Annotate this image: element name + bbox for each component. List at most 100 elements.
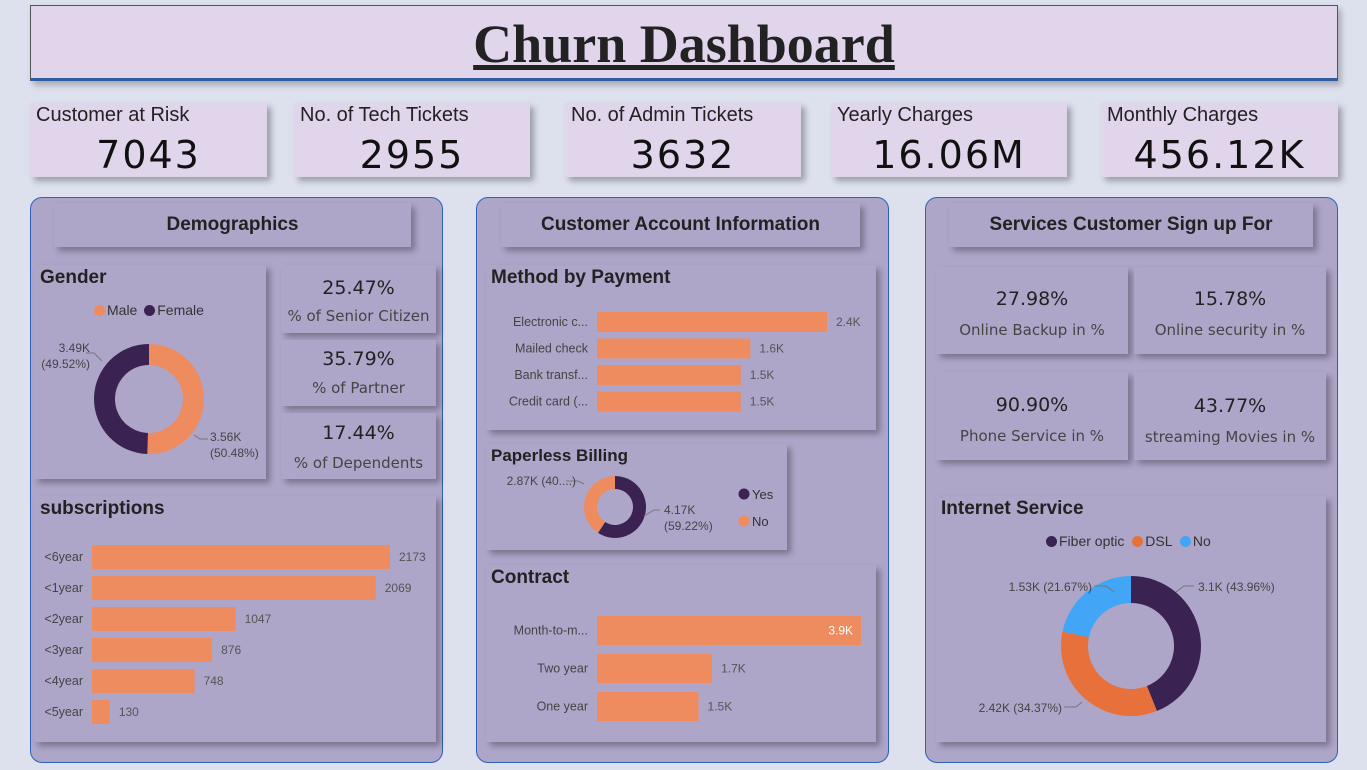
partner-card: 35.79% % of Partner — [281, 340, 436, 406]
paperless-donut-chart: 2.87K (40....) 4.17K (59.22%) Yes No — [507, 474, 774, 538]
kpi-value: 456.12K — [1133, 133, 1306, 177]
category-label: One year — [537, 700, 588, 714]
dsl-leader-line — [1064, 701, 1083, 708]
kpi-label: No. of Admin Tickets — [571, 104, 754, 126]
phone-service-value: 90.90% — [995, 394, 1069, 416]
category-label: Mailed check — [515, 342, 589, 356]
bar — [92, 545, 390, 569]
contract-card: Contract Month-to-m... 3.9K Two year 1.7K On… — [486, 565, 876, 742]
bar — [597, 692, 699, 721]
bar — [92, 607, 236, 631]
bar — [92, 638, 213, 662]
payment-bar-chart: Electronic c... 2.4K Mailed check 1.6K Bank … — [509, 312, 861, 412]
data-label: 748 — [204, 674, 224, 688]
female-slice — [94, 344, 149, 454]
dsl-data-label: 2.42K (34.37%) — [979, 701, 1062, 715]
senior-citizen-caption: % of Senior Citizen — [287, 307, 430, 325]
bar — [597, 338, 751, 359]
category-label: <6year — [44, 550, 83, 564]
bar — [597, 654, 713, 683]
online-backup-caption: Online Backup in % — [959, 321, 1105, 339]
phone-service-card: 90.90% Phone Service in % — [936, 372, 1128, 460]
data-label: 1.6K — [759, 342, 784, 356]
bar — [597, 616, 861, 645]
fiber-leader-line — [1175, 585, 1194, 593]
data-label: 876 — [221, 643, 241, 657]
account-heading: Customer Account Information — [501, 203, 860, 247]
category-label: <4year — [44, 674, 83, 688]
online-security-card: 15.78% Online security in % — [1134, 267, 1326, 354]
female-data-label: 3.49K (49.52%) — [41, 341, 90, 371]
internet-service-card: Internet Service Fiber optic DSL No 1.53… — [936, 496, 1326, 742]
dependents-card: 17.44% % of Dependents — [281, 413, 436, 479]
bar — [597, 312, 827, 332]
category-label: Electronic c... — [513, 315, 588, 329]
kpi-label: No. of Tech Tickets — [300, 104, 469, 126]
paperless-card: Paperless Billing 2.87K (40....) 4.17K (5… — [486, 444, 787, 550]
male-leader-line — [193, 434, 208, 440]
kpi-value: 7043 — [96, 133, 201, 177]
demographics-heading: Demographics — [54, 203, 411, 247]
bar — [597, 391, 741, 412]
dsl-slice — [1061, 631, 1157, 716]
no-data-label: 1.53K (21.67%) — [1009, 580, 1092, 594]
bar — [92, 669, 195, 693]
streaming-movies-card: 43.77% streaming Movies in % — [1134, 372, 1326, 460]
legend-yes: Yes — [752, 487, 774, 502]
online-backup-value: 27.98% — [995, 288, 1069, 310]
kpi-label: Yearly Charges — [837, 104, 974, 126]
data-label: 1047 — [245, 612, 272, 626]
kpi-value: 3632 — [630, 133, 736, 177]
kpi-tech-tickets: No. of Tech Tickets 2955 — [294, 103, 530, 177]
online-security-caption: Online security in % — [1154, 321, 1306, 339]
contract-bar-chart: Month-to-m... 3.9K Two year 1.7K One year 1.5… — [514, 616, 861, 721]
data-label: 130 — [119, 705, 139, 719]
senior-citizen-card: 25.47% % of Senior Citizen — [281, 265, 436, 333]
gender-donut-chart: 3.49K (49.52%) 3.56K (50.48%) — [41, 341, 259, 460]
yes-leader-line — [643, 509, 660, 517]
category-label: Credit card (... — [509, 395, 588, 409]
yes-data-label: 4.17K (59.22%) — [664, 503, 713, 533]
kpi-monthly-charges: Monthly Charges 456.12K — [1101, 103, 1338, 177]
page-title: Churn Dashboard — [473, 14, 895, 74]
streaming-movies-caption: streaming Movies in % — [1144, 428, 1316, 446]
internet-donut-chart: 1.53K (21.67%) 3.1K (43.96%) 2.42K (34.3… — [979, 576, 1275, 716]
online-security-value: 15.78% — [1193, 288, 1267, 310]
data-label: 1.5K — [750, 368, 775, 382]
online-backup-card: 27.98% Online Backup in % — [936, 267, 1128, 354]
partner-value: 35.79% — [322, 348, 395, 370]
data-label: 2069 — [385, 581, 412, 595]
category-label: <1year — [44, 581, 83, 595]
fiber-data-label: 3.1K (43.96%) — [1198, 580, 1275, 594]
kpi-value: 16.06M — [872, 133, 1026, 177]
category-label: <5year — [44, 705, 83, 719]
dependents-caption: % of Dependents — [293, 454, 424, 472]
bar — [92, 700, 110, 724]
male-data-label: 3.56K (50.48%) — [210, 430, 259, 460]
streaming-movies-value: 43.77% — [1193, 395, 1267, 417]
no-legend-dot — [738, 515, 750, 527]
kpi-label: Customer at Risk — [36, 104, 190, 126]
data-label: 3.9K — [828, 624, 853, 638]
subscriptions-bar-chart: <6year 2173 <1year 2069 <2year 1047 <3year 876 <… — [44, 545, 426, 724]
male-slice — [147, 344, 205, 454]
category-label: Month-to-m... — [514, 624, 588, 638]
gender-card: Gender Male Female 3.49K (49.52%) 3.56K (5… — [34, 265, 266, 479]
no-data-label: 2.87K (40....) — [507, 474, 576, 488]
phone-service-caption: Phone Service in % — [959, 427, 1105, 445]
dashboard-title-bar: Churn Dashboard — [30, 5, 1338, 81]
bar — [597, 365, 741, 385]
category-label: <3year — [44, 643, 83, 657]
kpi-label: Monthly Charges — [1107, 104, 1259, 126]
dependents-value: 17.44% — [322, 422, 395, 444]
data-label: 2173 — [399, 550, 426, 564]
data-label: 1.5K — [708, 700, 733, 714]
kpi-admin-tickets: No. of Admin Tickets 3632 — [565, 103, 801, 177]
payment-card: Method by Payment Electronic c... 2.4K Mai… — [486, 265, 876, 430]
category-label: Bank transf... — [514, 368, 588, 382]
yes-legend-dot — [738, 488, 750, 500]
legend-no: No — [752, 514, 769, 529]
subscriptions-card: subscriptions <6year 2173 <1year 2069 <2year… — [34, 496, 436, 742]
category-label: Two year — [537, 662, 588, 676]
data-label: 1.7K — [721, 662, 746, 676]
